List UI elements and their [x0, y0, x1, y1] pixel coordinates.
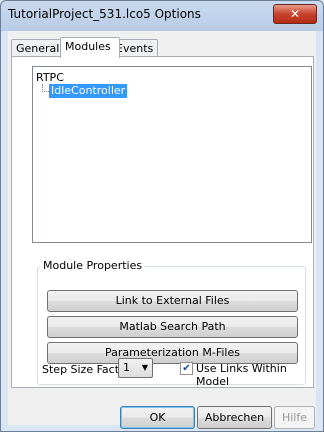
- close-icon: ✕: [289, 7, 301, 21]
- step-size-value: 1: [123, 361, 130, 374]
- dialog-body: General Modules Events RTPC IdleControll…: [8, 31, 316, 429]
- tab-modules[interactable]: Modules: [60, 37, 120, 58]
- title-bar[interactable]: TutorialProject_531.lco5 Options ✕: [1, 1, 323, 31]
- window-title: TutorialProject_531.lco5 Options: [8, 7, 201, 21]
- module-tree[interactable]: RTPC IdleController: [32, 66, 312, 243]
- parameterization-mfiles-button[interactable]: Parameterization M-Files: [47, 342, 298, 364]
- chevron-down-icon: ▼: [141, 363, 148, 372]
- matlab-search-path-button[interactable]: Matlab Search Path: [47, 316, 298, 338]
- help-button[interactable]: Hilfe: [274, 406, 315, 429]
- modules-panel: RTPC IdleController Module Properties Li…: [11, 56, 314, 388]
- options-dialog: TutorialProject_531.lco5 Options ✕ Gener…: [0, 0, 324, 432]
- tab-general[interactable]: General: [11, 39, 67, 57]
- checkbox-checked-icon: ✔: [182, 363, 191, 374]
- tree-node-rtpc[interactable]: RTPC: [36, 71, 64, 84]
- cancel-button[interactable]: Abbrechen: [197, 406, 272, 429]
- step-size-select[interactable]: 1 ▼: [118, 358, 153, 378]
- use-links-checkbox[interactable]: ✔: [180, 362, 193, 375]
- link-external-files-button[interactable]: Link to External Files: [47, 290, 298, 312]
- close-button[interactable]: ✕: [273, 4, 317, 24]
- use-links-label[interactable]: Use Links Within Model: [196, 362, 313, 388]
- tree-node-idlecontroller[interactable]: IdleController: [49, 84, 128, 98]
- ok-button[interactable]: OK: [120, 406, 195, 429]
- module-properties-label: Module Properties: [40, 259, 146, 272]
